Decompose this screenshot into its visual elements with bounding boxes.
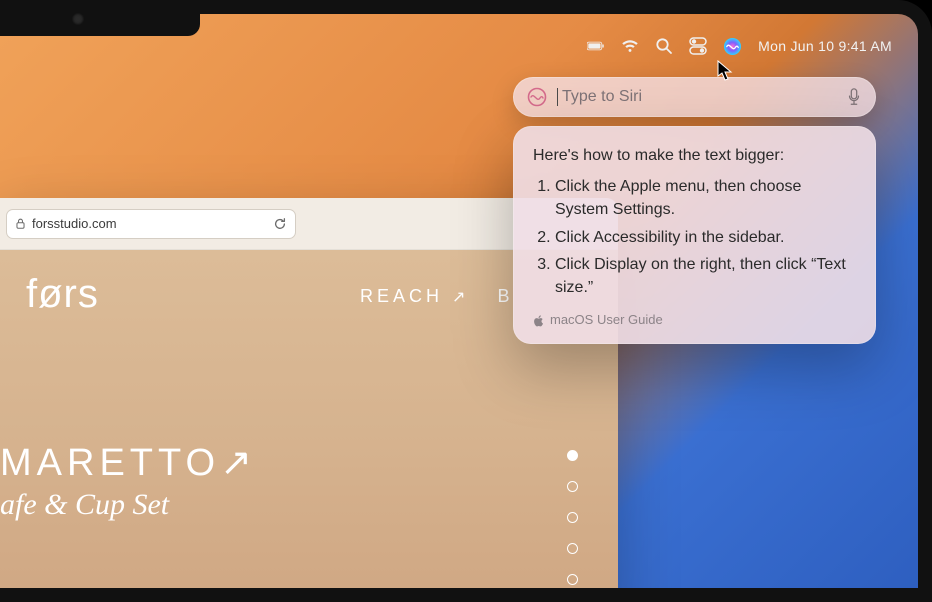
safari-address-bar[interactable]: forsstudio.com [6, 209, 296, 239]
siri-placeholder: Type to Siri [557, 88, 642, 106]
apple-logo-icon [533, 315, 544, 327]
carousel-dot[interactable] [567, 574, 578, 585]
carousel-dot[interactable] [567, 543, 578, 554]
carousel-dot[interactable] [567, 481, 578, 492]
siri-response-card: Here's how to make the text bigger: Clic… [513, 126, 876, 344]
carousel-dot[interactable] [567, 512, 578, 523]
mouse-cursor [717, 60, 733, 82]
refresh-icon[interactable] [273, 217, 287, 231]
siri-step: Click Accessibility in the sidebar. [555, 226, 856, 249]
microphone-icon[interactable] [846, 88, 862, 106]
siri-logo-icon [527, 87, 547, 107]
menu-bar-clock[interactable]: Mon Jun 10 9:41 AM [758, 38, 892, 54]
siri-step: Click Display on the right, then click “… [555, 253, 856, 299]
siri-type-input[interactable]: Type to Siri [513, 77, 876, 117]
wifi-icon[interactable] [621, 37, 639, 55]
display-notch [0, 0, 200, 36]
site-nav: REACH ↗ B [360, 286, 513, 307]
lock-icon [15, 218, 26, 229]
desktop-wallpaper: Mon Jun 10 9:41 AM Type to Siri Here's h… [0, 0, 932, 602]
siri-source[interactable]: macOS User Guide [533, 311, 856, 330]
product-subtitle: afe & Cup Set [0, 488, 169, 522]
safari-url: forsstudio.com [32, 216, 117, 231]
spotlight-search-icon[interactable] [655, 37, 673, 55]
nav-link-b[interactable]: B [497, 286, 513, 307]
site-brand[interactable]: førs [26, 272, 99, 317]
siri-steps-list: Click the Apple menu, then choose System… [533, 175, 856, 299]
siri-icon[interactable] [723, 37, 742, 56]
siri-response-heading: Here's how to make the text bigger: [533, 144, 856, 167]
siri-source-label: macOS User Guide [550, 311, 663, 330]
battery-icon[interactable] [587, 37, 605, 55]
siri-step: Click the Apple menu, then choose System… [555, 175, 856, 221]
camera-icon [72, 13, 84, 25]
product-title[interactable]: MARETTO↗ [0, 440, 257, 485]
carousel-dot[interactable] [567, 450, 578, 461]
control-center-icon[interactable] [689, 37, 707, 55]
nav-link-reach[interactable]: REACH ↗ [360, 286, 469, 307]
carousel-dots [567, 450, 578, 585]
